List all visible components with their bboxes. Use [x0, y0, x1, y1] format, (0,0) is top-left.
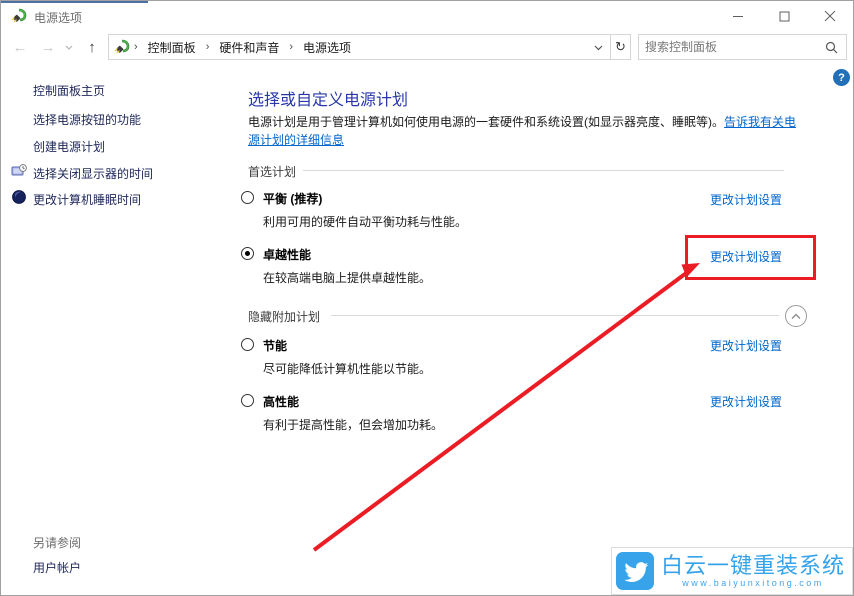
watermark-url: www.baiyunxitong.com — [654, 578, 852, 588]
intro-text: 电源计划是用于管理计算机如何使用电源的一套硬件和系统设置(如显示器亮度、睡眠等)… — [248, 115, 724, 129]
close-icon — [824, 10, 836, 22]
help-button[interactable]: ? — [833, 69, 850, 86]
breadcrumb-item-control-panel[interactable]: 控制面板 — [142, 39, 202, 56]
section-label-preferred-plans: 首选计划 — [248, 163, 296, 180]
search-icon — [825, 41, 838, 54]
window-title: 电源选项 — [34, 9, 82, 26]
collapse-section-button[interactable] — [785, 305, 807, 327]
change-plan-settings-link-power-saver[interactable]: 更改计划设置 — [710, 337, 782, 354]
breadcrumb-separator: › — [130, 41, 142, 53]
question-icon: ? — [838, 72, 845, 84]
breadcrumb-item-hardware-sound[interactable]: 硬件和声音 — [213, 39, 285, 56]
plan-description-balanced: 利用可用的硬件自动平衡功耗与性能。 — [263, 213, 467, 230]
power-options-window: 电源选项 ← → ↑ › 控制面板 — [0, 0, 854, 596]
sidebar-item-user-accounts[interactable]: 用户帐户 — [33, 559, 81, 576]
plan-name-high-performance: 高性能 — [263, 393, 299, 410]
plan-radio-balanced[interactable] — [241, 191, 254, 204]
refresh-icon: ↻ — [615, 39, 626, 55]
up-button[interactable]: ↑ — [79, 34, 105, 60]
display-clock-icon — [11, 163, 27, 179]
intro-paragraph: 电源计划是用于管理计算机如何使用电源的一套硬件和系统设置(如显示器亮度、睡眠等)… — [248, 113, 798, 149]
search-box — [638, 34, 847, 60]
plan-name-power-saver: 节能 — [263, 337, 287, 354]
watermark-title: 白云一键重装系统 — [654, 554, 852, 578]
breadcrumb: › 控制面板 › 硬件和声音 › 电源选项 — [130, 39, 357, 56]
section-divider — [331, 315, 779, 316]
back-button[interactable]: ← — [7, 34, 33, 60]
section-label-hidden-plans: 隐藏附加计划 — [248, 308, 320, 325]
plan-description-power-saver: 尽可能降低计算机性能以节能。 — [263, 360, 431, 377]
change-plan-settings-link-balanced[interactable]: 更改计划设置 — [710, 191, 782, 208]
see-also-header: 另请参阅 — [33, 534, 81, 551]
chevron-up-icon — [791, 313, 801, 320]
minimize-icon — [732, 10, 744, 22]
section-divider — [303, 170, 784, 171]
sidebar-item-sleep-time[interactable]: 更改计算机睡眠时间 — [33, 191, 141, 208]
annotation-arrow — [1, 1, 854, 596]
breadcrumb-item-power-options[interactable]: 电源选项 — [297, 39, 357, 56]
sleep-orb-icon — [11, 189, 27, 205]
bird-icon — [622, 558, 648, 584]
watermark-text: 白云一键重装系统 www.baiyunxitong.com — [654, 554, 852, 588]
sidebar-item-power-buttons[interactable]: 选择电源按钮的功能 — [33, 111, 141, 128]
sidebar-item-display-off-time[interactable]: 选择关闭显示器的时间 — [33, 165, 153, 182]
watermark-logo — [616, 552, 654, 590]
plan-name-ultimate-performance: 卓越性能 — [263, 246, 311, 263]
plan-radio-ultimate-performance[interactable] — [241, 247, 254, 260]
forward-button[interactable]: → — [35, 34, 61, 60]
plan-name-balanced: 平衡 (推荐) — [263, 190, 322, 207]
refresh-button[interactable]: ↻ — [611, 34, 631, 60]
search-input[interactable] — [639, 40, 825, 54]
chevron-down-icon — [65, 45, 73, 50]
sidebar-item-create-plan[interactable]: 创建电源计划 — [33, 138, 105, 155]
titlebar: 电源选项 — [1, 1, 853, 31]
chevron-down-icon — [594, 45, 603, 51]
address-dropdown-button[interactable] — [586, 38, 610, 56]
window-top-accent — [1, 1, 148, 3]
watermark: 白云一键重装系统 www.baiyunxitong.com — [611, 547, 853, 595]
plan-description-high-performance: 有利于提高性能，但会增加功耗。 — [263, 416, 443, 433]
page-title: 选择或自定义电源计划 — [248, 86, 408, 110]
power-plug-icon — [114, 39, 130, 55]
history-dropdown-button[interactable] — [61, 34, 77, 60]
navigation-toolbar: ← → ↑ › 控制面板 › 硬件和声音 › 电源选项 — [1, 31, 853, 62]
maximize-icon — [779, 11, 790, 22]
close-button[interactable] — [807, 1, 853, 31]
plan-radio-high-performance[interactable] — [241, 394, 254, 407]
address-bar[interactable]: › 控制面板 › 硬件和声音 › 电源选项 — [108, 34, 611, 60]
minimize-button[interactable] — [715, 1, 761, 31]
plan-description-ultimate-performance: 在较高端电脑上提供卓越性能。 — [263, 269, 431, 286]
plan-radio-power-saver[interactable] — [241, 338, 254, 351]
maximize-button[interactable] — [761, 1, 807, 31]
breadcrumb-separator: › — [285, 41, 297, 53]
power-plug-icon — [11, 8, 27, 24]
annotation-highlight-box — [685, 235, 816, 280]
change-plan-settings-link-high-performance[interactable]: 更改计划设置 — [710, 393, 782, 410]
breadcrumb-separator: › — [202, 41, 214, 53]
sidebar-item-control-panel-home[interactable]: 控制面板主页 — [33, 82, 105, 99]
